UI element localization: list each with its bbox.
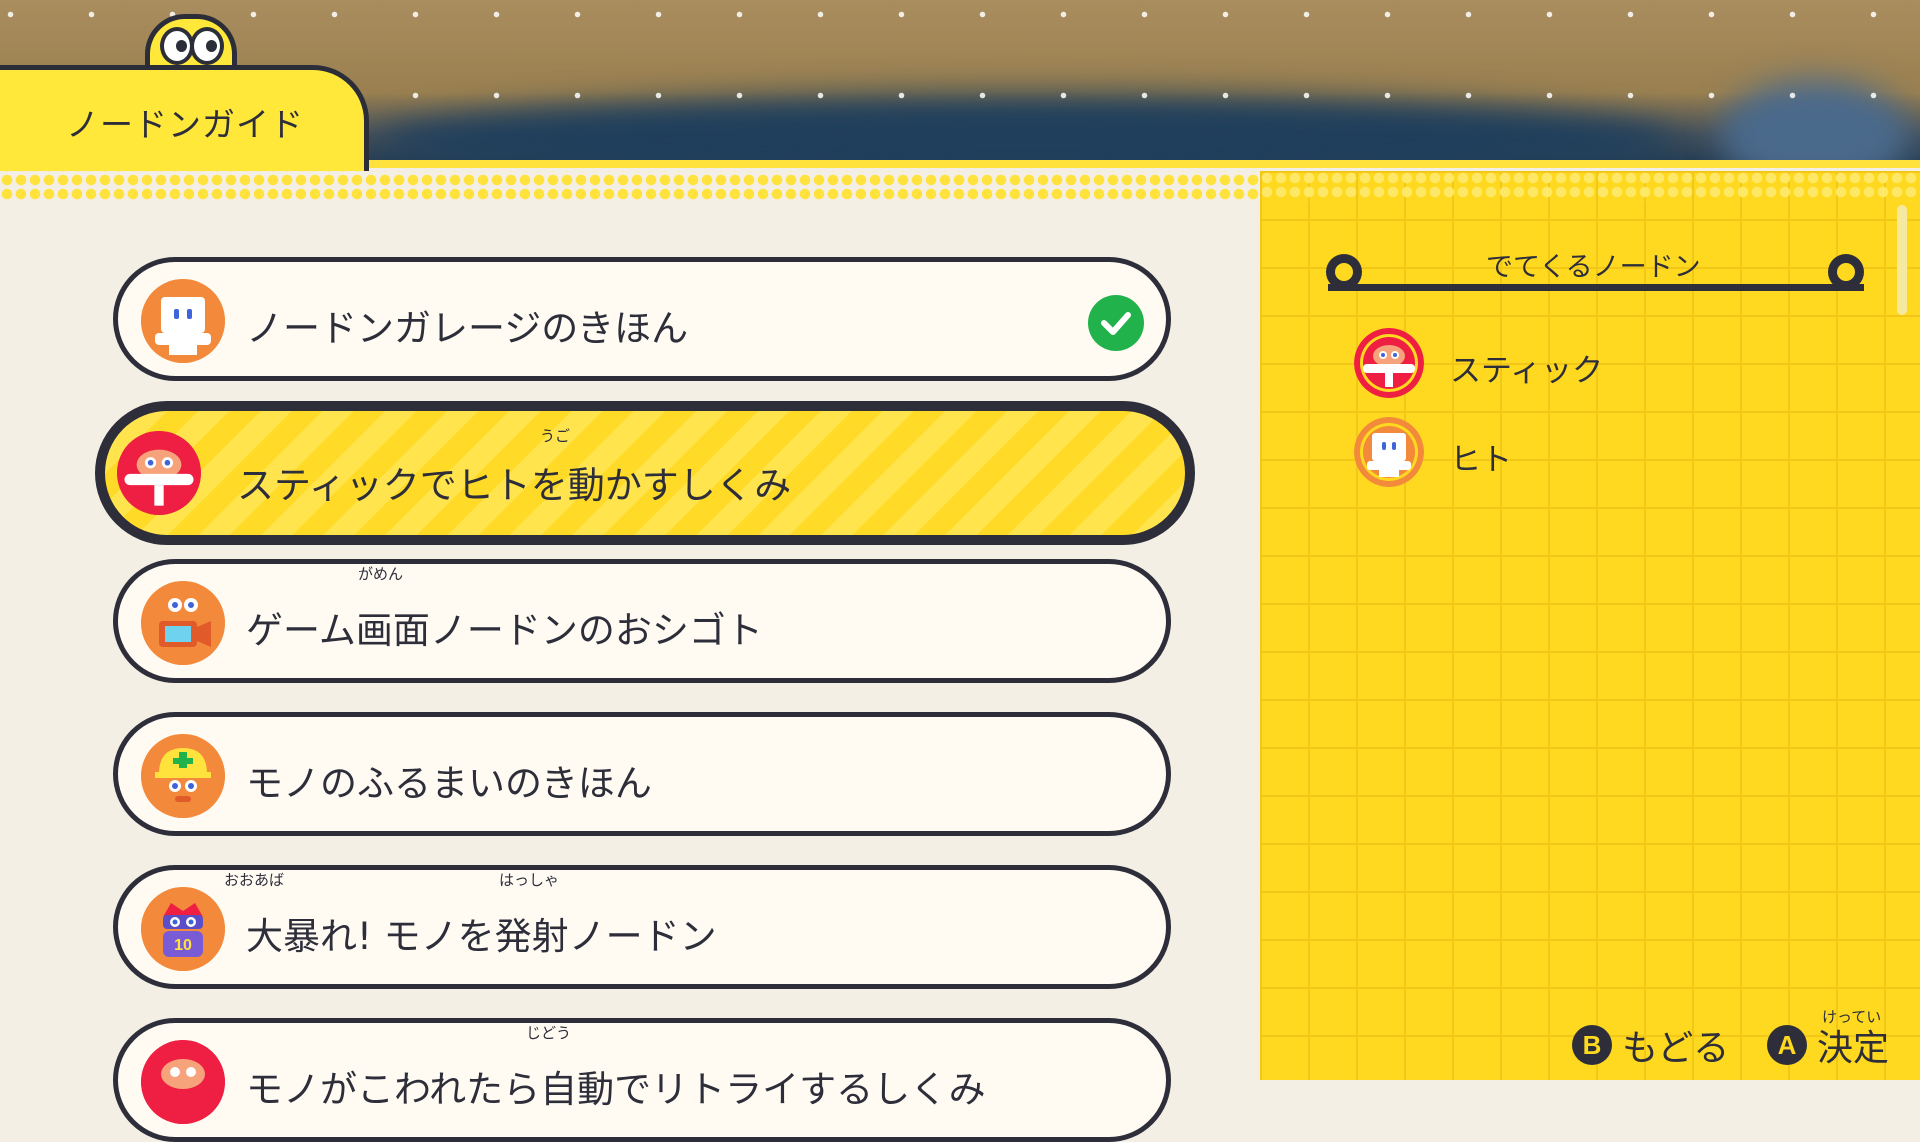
guide-item-label: ノードンガレージのきほん [246,307,689,350]
mascot-eye-right [190,27,224,65]
confirm-button[interactable]: A 決定 [1767,1020,1889,1070]
ruby-kettei: けってい [1822,1008,1882,1026]
guide-item-garage-basics[interactable]: ノードンガレージのきほん [113,257,1171,381]
mascot-eye-left [160,27,194,65]
section-cap-right [1828,254,1864,290]
guide-item-launcher-node[interactable]: 10 おおあば はっしゃ 大暴れ! モノを発射ノードン [113,865,1171,989]
guide-item-label: 大暴れ! モノを発射ノードン [246,915,717,958]
node-label: ヒト [1450,442,1512,478]
hito-node-icon [1354,417,1424,487]
hito-node-icon [141,279,225,363]
scrollbar[interactable] [1897,205,1907,315]
b-button-icon: B [1572,1025,1612,1065]
stick-node-icon [141,1040,225,1124]
page-title: ノードンガイド [66,105,304,144]
guide-item-label: ゲーム画面ノードンのおシゴト [246,609,763,652]
guide-item-label: モノのふるまいのきほん [246,762,652,805]
right-scallop [1260,171,1920,201]
object-node-icon [141,734,225,818]
section-cap-left [1326,254,1362,290]
scallop-divider [0,171,1260,201]
launcher-node-icon: 10 [141,887,225,971]
guide-item-label: スティックでヒトを動かすしくみ [237,464,792,507]
nodes-section-title: でてくるノードン [1486,252,1701,283]
guide-item-label: モノがこわれたら自動でリトライするしくみ [246,1068,986,1111]
back-label: もどる [1622,1028,1730,1069]
guide-item-stick-moves-hito[interactable]: うご スティックでヒトを動かすしくみ [95,401,1195,545]
svg-text:10: 10 [174,937,192,954]
node-label: スティック [1450,353,1604,389]
ruby-ugo: うご [540,427,571,445]
guide-list-panel: ノードンガレージのきほん うご スティックでヒトを動かすしくみ がめん ゲーム画… [0,201,1260,1142]
ruby-hassha: はっしゃ [499,871,560,889]
guide-item-object-behavior[interactable]: モノのふるまいのきほん [113,712,1171,836]
back-button[interactable]: B もどる [1572,1020,1729,1070]
nodes-panel [1260,171,1920,1080]
game-screen-node-icon [141,581,225,665]
guide-item-game-screen-node[interactable]: がめん ゲーム画面ノードンのおシゴト [113,559,1171,683]
section-header-bar [1328,284,1864,291]
ruby-gamen: がめん [358,565,404,583]
guide-item-auto-retry[interactable]: じどう モノがこわれたら自動でリトライするしくみ [113,1018,1171,1142]
ruby-ooaba: おおあば [224,871,285,889]
ruby-jidou: じどう [526,1024,572,1042]
stick-node-icon [1354,328,1424,398]
a-button-icon: A [1767,1025,1807,1065]
stick-node-icon [117,431,201,515]
completed-check-icon [1088,295,1144,351]
